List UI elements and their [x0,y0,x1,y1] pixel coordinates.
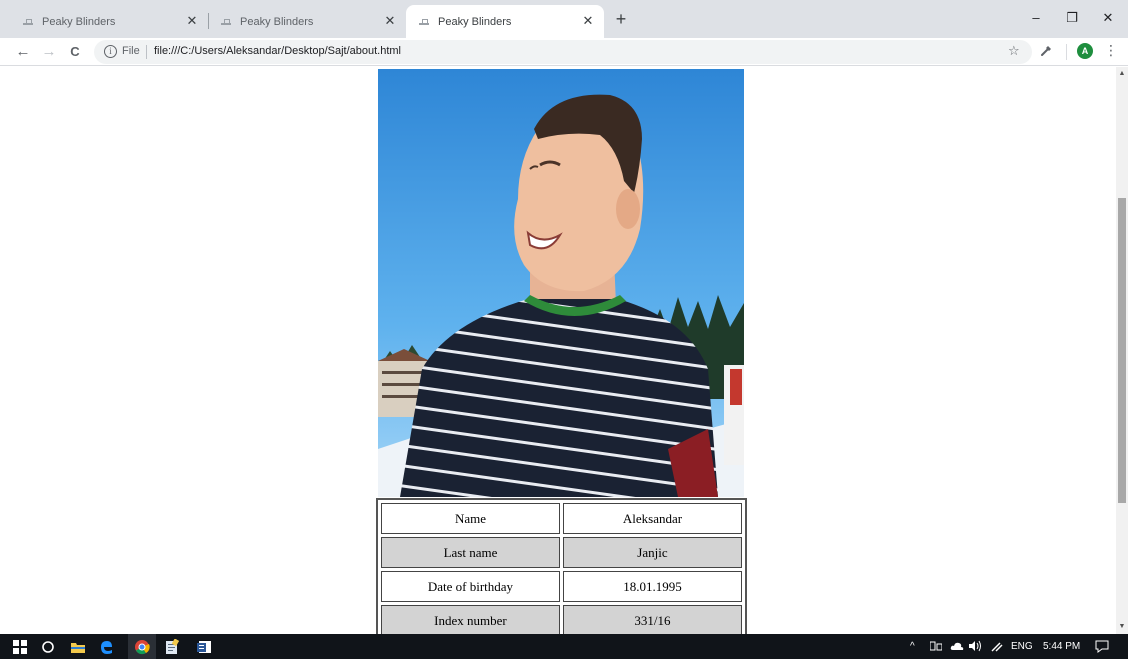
close-window-button[interactable]: ✕ [1090,5,1126,31]
tab-close-icon[interactable]: ✕ [184,13,200,29]
address-bar[interactable]: i File file:///C:/Users/Aleksandar/Deskt… [94,40,1032,64]
reload-button[interactable]: C [64,41,86,63]
table-cell-label: Name [381,503,560,534]
table-cell-value: 331/16 [562,605,742,634]
table-cell-label: Last name [381,537,560,568]
scroll-down-icon[interactable]: ▼ [1116,622,1128,632]
table-row: Last name Janjic [381,537,742,568]
volume-icon[interactable] [968,640,982,652]
table-row: Name Aleksandar [381,503,742,534]
windows-logo-icon [13,639,27,654]
profile-avatar[interactable]: A [1077,43,1093,59]
minimize-button[interactable]: – [1018,5,1054,31]
folder-icon [71,642,85,653]
taskbar-notepad[interactable] [158,634,186,659]
browser-menu-icon[interactable]: ⋮ [1104,41,1118,59]
taskbar-chrome[interactable] [128,634,156,659]
table-cell-label: Index number [381,605,560,634]
tab-title: Peaky Blinders [438,15,512,28]
table-row: Index number 331/16 [381,605,742,634]
eyedropper-icon[interactable] [1040,43,1054,57]
table-cell-value: Aleksandar [562,503,742,534]
page-scrollbar[interactable]: ▲ ▼ [1116,67,1128,634]
browser-toolbar: ← → C i File file:///C:/Users/Aleksandar… [0,38,1128,66]
info-icon[interactable]: i [104,45,117,58]
table-cell-value: 18.01.1995 [562,571,742,602]
scheme-label: File [122,45,140,57]
profile-photo [378,69,744,497]
page-favicon-icon [220,16,232,28]
page-favicon-icon [22,16,34,28]
taskbar-edge[interactable] [92,634,120,659]
chrome-browser-icon [135,639,150,654]
table-cell-label: Date of birthday [381,571,560,602]
start-button[interactable] [6,634,34,659]
tray-overflow-icon[interactable]: ^ [910,634,915,659]
search-button[interactable] [34,634,62,659]
network-pen-icon[interactable] [990,640,1004,652]
scroll-thumb[interactable] [1118,198,1126,503]
cortana-circle-icon [42,640,54,653]
onedrive-cloud-icon[interactable] [950,641,964,651]
back-button[interactable]: ← [12,41,34,63]
windows-taskbar: ^ ENG 5:44 PM [0,634,1128,659]
toolbar-divider [1066,44,1067,60]
table-cell-value: Janjic [562,537,742,568]
profile-photo-image [378,69,744,497]
url-text[interactable]: file:///C:/Users/Aleksandar/Desktop/Sajt… [154,45,401,57]
new-tab-button[interactable]: + [611,9,631,29]
table-row: Date of birthday 18.01.1995 [381,571,742,602]
page-favicon-icon [418,16,430,28]
clock-time[interactable]: 5:44 PM [1043,634,1080,659]
tab-strip: Peaky Blinders ✕ Peaky Blinders ✕ Peaky … [0,0,1128,38]
tab-1[interactable]: Peaky Blinders ✕ [10,5,209,38]
word-doc-icon [197,640,211,653]
tab-close-icon[interactable]: ✕ [382,13,398,29]
browser-window: Peaky Blinders ✕ Peaky Blinders ✕ Peaky … [0,0,1128,659]
language-indicator[interactable]: ENG [1011,634,1033,659]
input-method-icon[interactable] [930,641,942,652]
forward-button[interactable]: → [38,41,60,63]
tab-title: Peaky Blinders [240,15,314,28]
restore-button[interactable]: ❐ [1054,5,1090,31]
bookmark-star-icon[interactable]: ☆ [1008,43,1020,59]
taskbar-file-explorer[interactable] [64,634,92,659]
page-viewport: Name Aleksandar Last name Janjic Date of… [0,67,1116,634]
tab-3-active[interactable]: Peaky Blinders ✕ [406,5,604,38]
scroll-up-icon[interactable]: ▲ [1116,69,1128,79]
notification-center-icon[interactable] [1095,640,1109,653]
taskbar-word[interactable] [190,634,218,659]
address-divider [146,45,147,59]
edge-browser-icon [101,640,112,654]
tab-close-icon[interactable]: ✕ [580,13,596,29]
tab-title: Peaky Blinders [42,15,116,28]
profile-info-table: Name Aleksandar Last name Janjic Date of… [376,498,747,634]
tab-2[interactable]: Peaky Blinders ✕ [208,5,407,38]
notepad-icon [166,638,179,654]
